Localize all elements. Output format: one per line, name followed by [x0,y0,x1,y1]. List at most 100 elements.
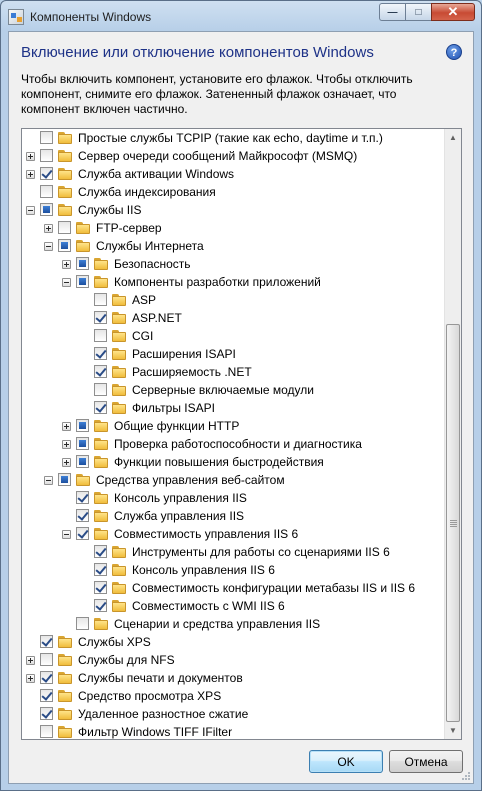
tree-row[interactable]: Служба активации Windows [22,165,446,183]
feature-checkbox[interactable] [76,437,89,450]
cancel-button[interactable]: Отмена [389,750,463,773]
tree-row[interactable]: Службы печати и документов [22,669,446,687]
tree-row[interactable]: Компоненты разработки приложений [22,273,446,291]
vertical-scrollbar[interactable]: ▲ ▼ [444,129,461,739]
feature-checkbox[interactable] [58,221,71,234]
tree-row[interactable]: Совместимость управления IIS 6 [22,525,446,543]
tree-row[interactable]: Служба управления IIS [22,507,446,525]
resize-grip-icon[interactable] [461,771,471,781]
collapse-icon[interactable] [26,206,35,215]
expand-icon[interactable] [44,224,53,233]
features-tree[interactable]: Простые службы TCPIP (такие как echo, da… [21,128,462,740]
tree-row[interactable]: Службы Интернета [22,237,446,255]
feature-checkbox[interactable] [58,473,71,486]
tree-row[interactable]: Сервер очереди сообщений Майкрософт (MSM… [22,147,446,165]
tree-row[interactable]: Службы для NFS [22,651,446,669]
feature-checkbox[interactable] [94,293,107,306]
ok-button[interactable]: OK [309,750,383,773]
help-icon[interactable]: ? [446,44,462,60]
tree-row[interactable]: FTP-сервер [22,219,446,237]
expand-icon[interactable] [26,656,35,665]
feature-checkbox[interactable] [76,419,89,432]
expand-icon[interactable] [62,458,71,467]
folder-icon [58,726,72,738]
collapse-icon[interactable] [44,242,53,251]
feature-label: Компоненты разработки приложений [114,275,321,289]
tree-row[interactable]: Службы IIS [22,201,446,219]
feature-checkbox[interactable] [40,689,53,702]
feature-checkbox[interactable] [40,635,53,648]
tree-row[interactable]: Серверные включаемые модули [22,381,446,399]
feature-checkbox[interactable] [76,491,89,504]
feature-checkbox[interactable] [40,653,53,666]
feature-checkbox[interactable] [76,617,89,630]
tree-row[interactable]: Фильтр Windows TIFF IFilter [22,723,446,739]
tree-row[interactable]: Консоль управления IIS [22,489,446,507]
feature-checkbox[interactable] [94,311,107,324]
feature-checkbox[interactable] [94,347,107,360]
feature-checkbox[interactable] [76,257,89,270]
feature-checkbox[interactable] [40,149,53,162]
tree-row[interactable]: Средства управления веб-сайтом [22,471,446,489]
tree-row[interactable]: Функции повышения быстродействия [22,453,446,471]
expand-icon[interactable] [26,170,35,179]
collapse-icon[interactable] [62,530,71,539]
expand-icon[interactable] [26,152,35,161]
feature-checkbox[interactable] [94,401,107,414]
tree-row[interactable]: Фильтры ISAPI [22,399,446,417]
feature-checkbox[interactable] [94,329,107,342]
feature-checkbox[interactable] [40,203,53,216]
scroll-up-arrow-icon[interactable]: ▲ [445,129,461,146]
tree-row[interactable]: Службы XPS [22,633,446,651]
tree-row[interactable]: Служба индексирования [22,183,446,201]
tree-row[interactable]: Общие функции HTTP [22,417,446,435]
expand-icon[interactable] [62,440,71,449]
feature-checkbox[interactable] [94,563,107,576]
collapse-icon[interactable] [44,476,53,485]
feature-checkbox[interactable] [40,185,53,198]
feature-checkbox[interactable] [40,131,53,144]
scroll-thumb[interactable] [446,324,460,722]
tree-row[interactable]: Расширения ISAPI [22,345,446,363]
tree-row[interactable]: Расширяемость .NET [22,363,446,381]
scroll-down-arrow-icon[interactable]: ▼ [445,722,461,739]
feature-checkbox[interactable] [40,707,53,720]
maximize-button[interactable]: □ [405,3,431,21]
feature-checkbox[interactable] [94,383,107,396]
tree-row[interactable]: ASP.NET [22,309,446,327]
tree-row[interactable]: Инструменты для работы со сценариями IIS… [22,543,446,561]
title-bar[interactable]: Компоненты Windows — □ ✕ [1,1,481,31]
tree-row[interactable]: ASP [22,291,446,309]
feature-checkbox[interactable] [94,581,107,594]
feature-checkbox[interactable] [76,455,89,468]
feature-checkbox[interactable] [94,365,107,378]
folder-icon [58,132,72,144]
folder-icon [112,366,126,378]
tree-row[interactable]: CGI [22,327,446,345]
feature-checkbox[interactable] [76,509,89,522]
expand-icon[interactable] [26,674,35,683]
tree-row[interactable]: Консоль управления IIS 6 [22,561,446,579]
tree-row[interactable]: Удаленное разностное сжатие [22,705,446,723]
tree-row[interactable]: Проверка работоспособности и диагностика [22,435,446,453]
feature-checkbox[interactable] [58,239,71,252]
feature-checkbox[interactable] [76,527,89,540]
feature-label: ASP.NET [132,311,182,325]
tree-row[interactable]: Сценарии и средства управления IIS [22,615,446,633]
tree-row[interactable]: Совместимость конфигурации метабазы IIS … [22,579,446,597]
collapse-icon[interactable] [62,278,71,287]
tree-row[interactable]: Совместимость с WMI IIS 6 [22,597,446,615]
close-button[interactable]: ✕ [431,3,475,21]
tree-row[interactable]: Безопасность [22,255,446,273]
tree-row[interactable]: Простые службы TCPIP (такие как echo, da… [22,129,446,147]
tree-row[interactable]: Средство просмотра XPS [22,687,446,705]
minimize-button[interactable]: — [379,3,405,21]
feature-checkbox[interactable] [94,599,107,612]
feature-checkbox[interactable] [40,725,53,738]
expand-icon[interactable] [62,422,71,431]
feature-checkbox[interactable] [40,167,53,180]
expand-icon[interactable] [62,260,71,269]
feature-checkbox[interactable] [76,275,89,288]
feature-checkbox[interactable] [40,671,53,684]
feature-checkbox[interactable] [94,545,107,558]
